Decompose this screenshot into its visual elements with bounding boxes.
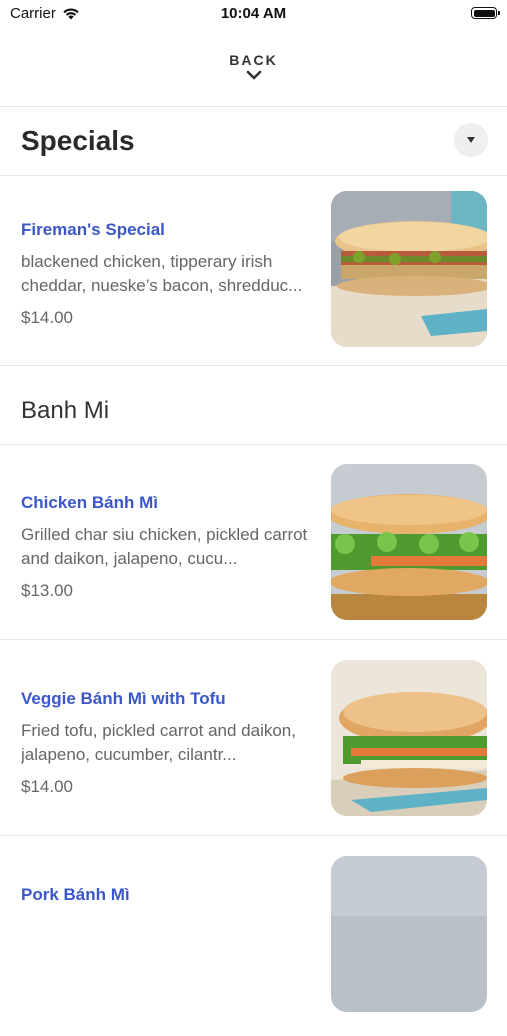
back-button[interactable]: BACK	[0, 46, 507, 96]
section-title: Banh Mi	[21, 397, 110, 424]
chevron-down-icon	[246, 70, 261, 80]
item-photo	[331, 191, 487, 347]
section-header-specials: Specials	[0, 107, 507, 175]
status-time: 10:04 AM	[220, 5, 287, 22]
item-name: Fireman's Special	[21, 220, 165, 239]
menu-item[interactable]: Veggie Bánh Mì with Tofu Fried tofu, pic…	[0, 645, 507, 840]
divider	[0, 835, 507, 836]
menu-item[interactable]: Fireman's Special blackened chicken, tip…	[0, 176, 507, 371]
item-name: Chicken Bánh Mì	[21, 493, 158, 512]
item-price: $13.00	[21, 581, 73, 600]
section-header-banh-mi: Banh Mi	[0, 366, 507, 444]
item-description: blackened chicken, tipperary irish chedd…	[21, 252, 303, 295]
menu-item[interactable]: Pork Bánh Mì	[0, 841, 507, 1036]
item-name: Veggie Bánh Mì with Tofu	[21, 689, 226, 708]
item-price: $14.00	[21, 308, 73, 327]
divider	[0, 444, 507, 445]
item-photo	[331, 464, 487, 620]
section-title: Specials	[21, 125, 135, 156]
battery-icon	[471, 7, 500, 19]
divider	[0, 639, 507, 640]
category-dropdown-button[interactable]	[454, 123, 488, 157]
item-name: Pork Bánh Mì	[21, 885, 130, 904]
item-description: Fried tofu, pickled carrot and daikon, j…	[21, 721, 296, 764]
back-label: BACK	[229, 52, 278, 68]
item-description: Grilled char siu chicken, pickled carrot…	[21, 525, 308, 568]
item-photo	[331, 660, 487, 816]
item-photo	[331, 856, 487, 1012]
status-bar: Carrier 10:04 AM	[0, 0, 507, 30]
triangle-down-icon	[467, 137, 475, 143]
item-price: $14.00	[21, 777, 73, 796]
menu-item[interactable]: Chicken Bánh Mì Grilled char siu chicken…	[0, 449, 507, 644]
